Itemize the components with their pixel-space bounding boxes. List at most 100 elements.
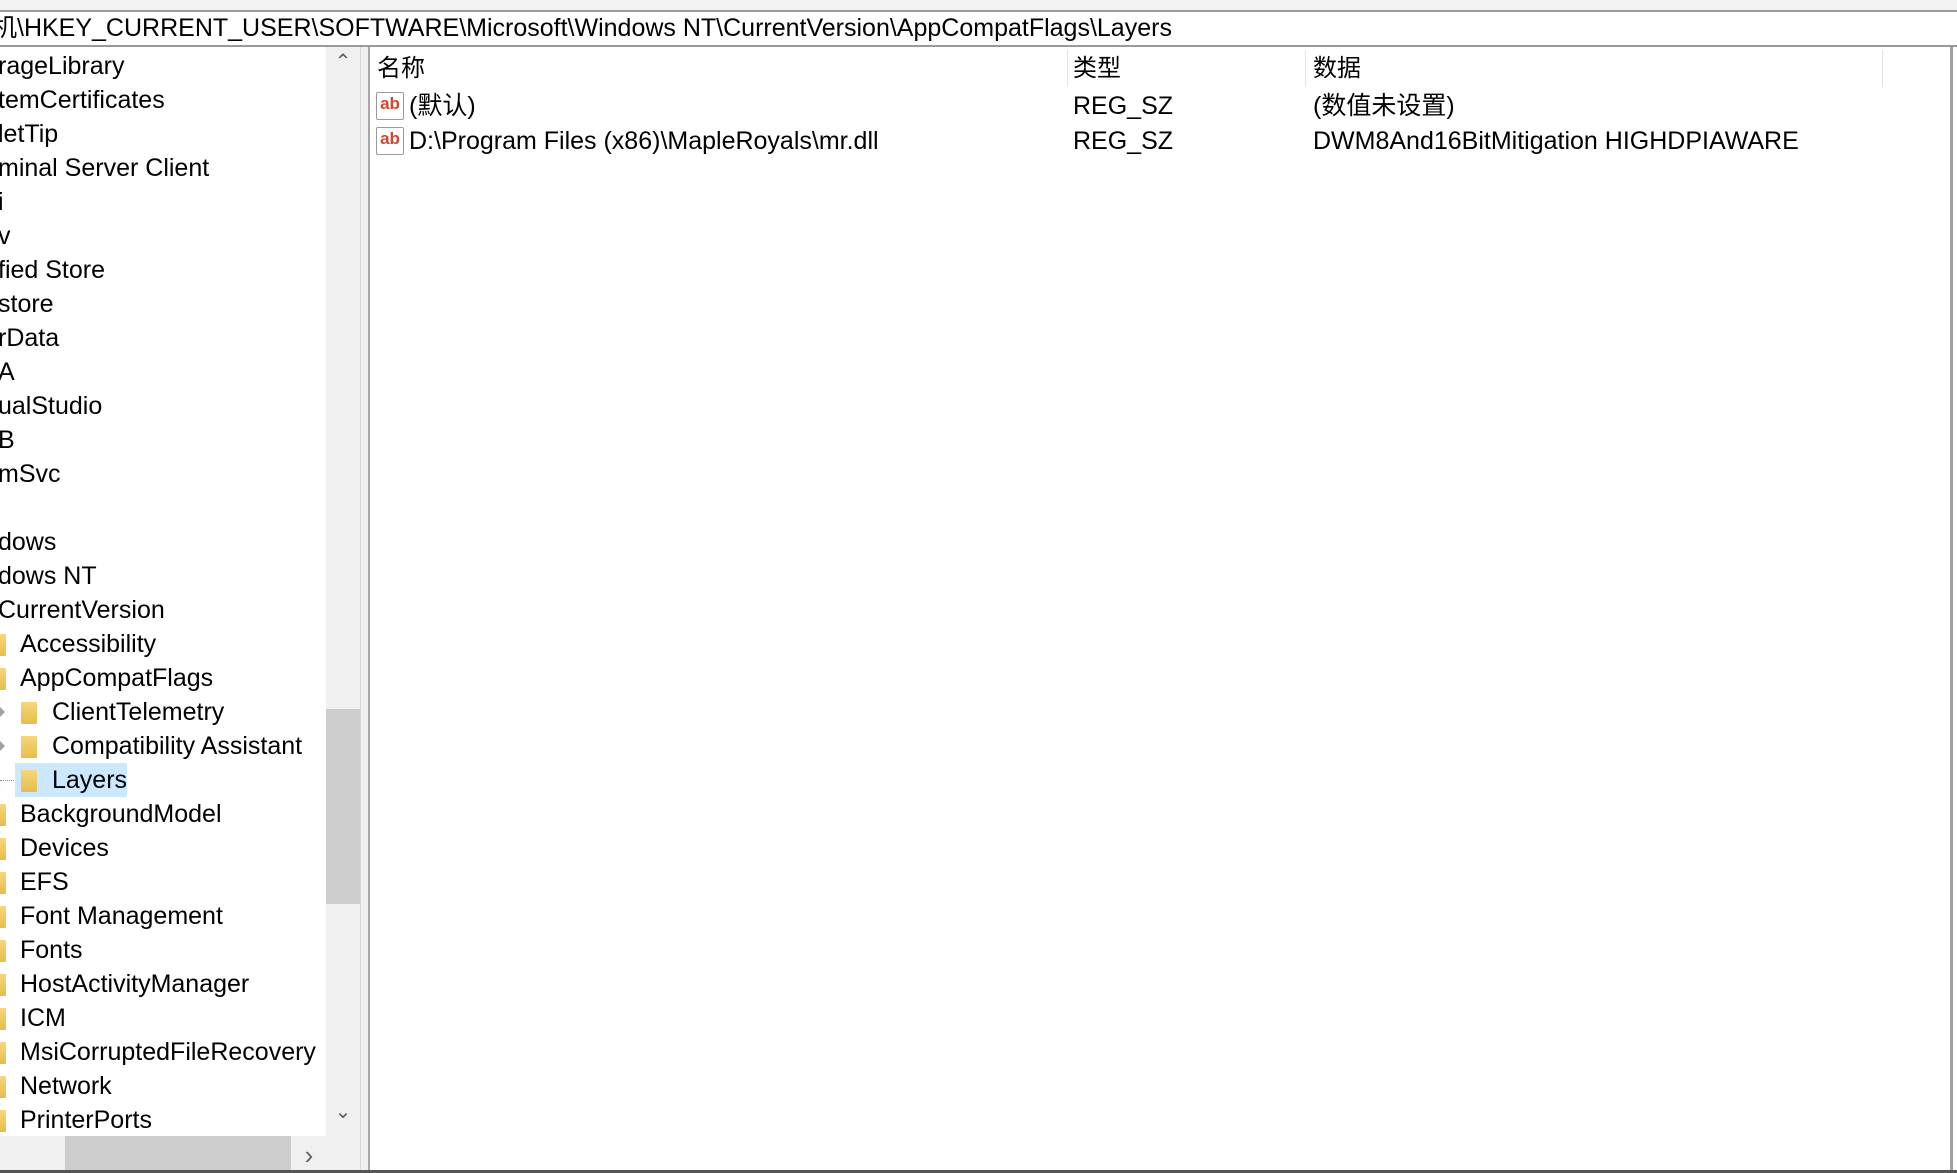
tree-item[interactable]: Accessibility — [0, 627, 326, 661]
tree-item[interactable] — [0, 491, 326, 525]
folder-icon — [0, 804, 6, 826]
value-type: REG_SZ — [1073, 127, 1174, 155]
tree-item-label: BackgroundModel — [20, 800, 222, 828]
tree-item[interactable]: Layers — [0, 763, 326, 797]
tree-item[interactable]: store — [0, 287, 326, 321]
folder-icon — [21, 736, 37, 758]
folder-icon — [0, 1110, 6, 1132]
tree-item[interactable]: dows NT — [0, 559, 326, 593]
column-divider[interactable] — [1305, 50, 1306, 87]
tree-item[interactable]: rData — [0, 321, 326, 355]
column-header-data[interactable]: 数据 — [1313, 50, 1361, 87]
tree-item[interactable]: ICM — [0, 1001, 326, 1035]
tree-item[interactable]: Fonts — [0, 933, 326, 967]
tree-item-label: mSvc — [0, 460, 61, 488]
tree-item-label: letTip — [0, 120, 59, 148]
tree-item[interactable]: i — [0, 185, 326, 219]
tree-item-label: fied Store — [0, 256, 106, 284]
pane-splitter[interactable] — [360, 47, 370, 1171]
tree-connector — [0, 780, 14, 781]
tree-item[interactable]: PrinterPorts — [0, 1103, 326, 1137]
tree-item[interactable]: HostActivityManager — [0, 967, 326, 1001]
folder-icon — [0, 940, 6, 962]
folder-icon — [0, 1008, 6, 1030]
tree-item-label: B — [0, 426, 15, 454]
folder-icon — [21, 770, 37, 792]
tree-item-label: ICM — [20, 1004, 66, 1032]
menu-bar — [0, 0, 1957, 10]
values-list[interactable]: 名称 类型 数据 ab (默认) REG_SZ (数值未设置) ab D:\Program… — [370, 47, 1953, 1171]
column-divider[interactable] — [1882, 50, 1883, 87]
tree-item-label: HostActivityManager — [20, 970, 250, 998]
tree-item-label: ualStudio — [0, 392, 103, 420]
folder-icon — [0, 634, 6, 656]
tree-item-label: store — [0, 290, 54, 318]
tree-item[interactable]: CurrentVersion — [0, 593, 326, 627]
folder-icon — [0, 668, 6, 690]
tree-item[interactable]: temCertificates — [0, 83, 326, 117]
tree-item[interactable]: AppCompatFlags — [0, 661, 326, 695]
value-data: (数值未设置) — [1313, 92, 1455, 120]
tree-vertical-scroll-thumb[interactable] — [326, 709, 360, 904]
expand-arrow-icon[interactable] — [0, 741, 5, 751]
tree-item-label: rageLibrary — [0, 52, 125, 80]
tree-item-label: temCertificates — [0, 86, 165, 114]
tree-item[interactable]: ualStudio — [0, 389, 326, 423]
tree-item[interactable]: MsiCorruptedFileRecovery — [0, 1035, 326, 1069]
tree-item-label: EFS — [20, 868, 69, 896]
expand-arrow-icon[interactable] — [0, 707, 5, 717]
value-data: DWM8And16BitMitigation HIGHDPIAWARE — [1313, 127, 1799, 155]
tree-item[interactable]: Font Management — [0, 899, 326, 933]
folder-icon — [0, 1076, 6, 1098]
tree-item-label: Font Management — [20, 902, 223, 930]
tree-item[interactable]: dows — [0, 525, 326, 559]
tree-item-label: Layers — [52, 766, 128, 794]
column-header-type[interactable]: 类型 — [1073, 50, 1121, 87]
scroll-down-icon[interactable]: ⌄ — [326, 1099, 360, 1124]
tree-horizontal-scroll-thumb[interactable] — [65, 1136, 291, 1171]
tree-item-label: PrinterPorts — [20, 1106, 152, 1134]
tree-item[interactable]: mSvc — [0, 457, 326, 491]
tree-item-label: ClientTelemetry — [52, 698, 225, 726]
tree-item[interactable]: Devices — [0, 831, 326, 865]
tree-item[interactable]: ClientTelemetry — [0, 695, 326, 729]
tree-item-label: dows NT — [0, 562, 97, 590]
tree-item-label: Devices — [20, 834, 109, 862]
value-name: (默认) — [409, 92, 476, 120]
tree-item-label: i — [0, 188, 4, 216]
value-name: D:\Program Files (x86)\MapleRoyals\mr.dl… — [409, 127, 879, 155]
tree-item-label: Network — [20, 1072, 112, 1100]
tree-item[interactable]: BackgroundModel — [0, 797, 326, 831]
scroll-up-icon[interactable]: ⌃ — [326, 49, 360, 74]
tree-item[interactable]: Network — [0, 1069, 326, 1103]
tree-item[interactable]: fied Store — [0, 253, 326, 287]
string-value-icon: ab — [376, 92, 404, 120]
column-header-name[interactable]: 名称 — [377, 50, 425, 87]
tree-item[interactable]: v — [0, 219, 326, 253]
column-divider[interactable] — [1067, 50, 1068, 87]
tree-item-label: v — [0, 222, 11, 250]
registry-tree[interactable]: rageLibrary temCertificates letTip minal Se… — [0, 47, 360, 1171]
folder-icon — [0, 838, 6, 860]
tree-item-label: Accessibility — [20, 630, 157, 658]
tree-item-label: Fonts — [20, 936, 83, 964]
tree-vertical-scrollbar[interactable]: ⌃ ⌄ — [326, 47, 360, 1136]
scroll-right-icon[interactable]: › — [292, 1140, 326, 1171]
tree-item[interactable]: A — [0, 355, 326, 389]
folder-icon — [21, 702, 37, 724]
tree-item[interactable]: rageLibrary — [0, 49, 326, 83]
tree-item[interactable]: B — [0, 423, 326, 457]
tree-item[interactable]: EFS — [0, 865, 326, 899]
folder-icon — [0, 906, 6, 928]
tree-item-label: rData — [0, 324, 60, 352]
scrollbar-corner — [326, 1136, 360, 1171]
address-path: 机\HKEY_CURRENT_USER\SOFTWARE\Microsoft\W… — [0, 14, 1172, 42]
tree-item-label: A — [0, 358, 15, 386]
tree-item[interactable]: letTip — [0, 117, 326, 151]
tree-item-label: minal Server Client — [0, 154, 210, 182]
tree-horizontal-scrollbar[interactable]: › — [0, 1136, 326, 1171]
address-bar[interactable]: 机\HKEY_CURRENT_USER\SOFTWARE\Microsoft\W… — [0, 10, 1957, 47]
tree-item[interactable]: Compatibility Assistant — [0, 729, 326, 763]
tree-item[interactable]: minal Server Client — [0, 151, 326, 185]
tree-item-label: AppCompatFlags — [20, 664, 214, 692]
